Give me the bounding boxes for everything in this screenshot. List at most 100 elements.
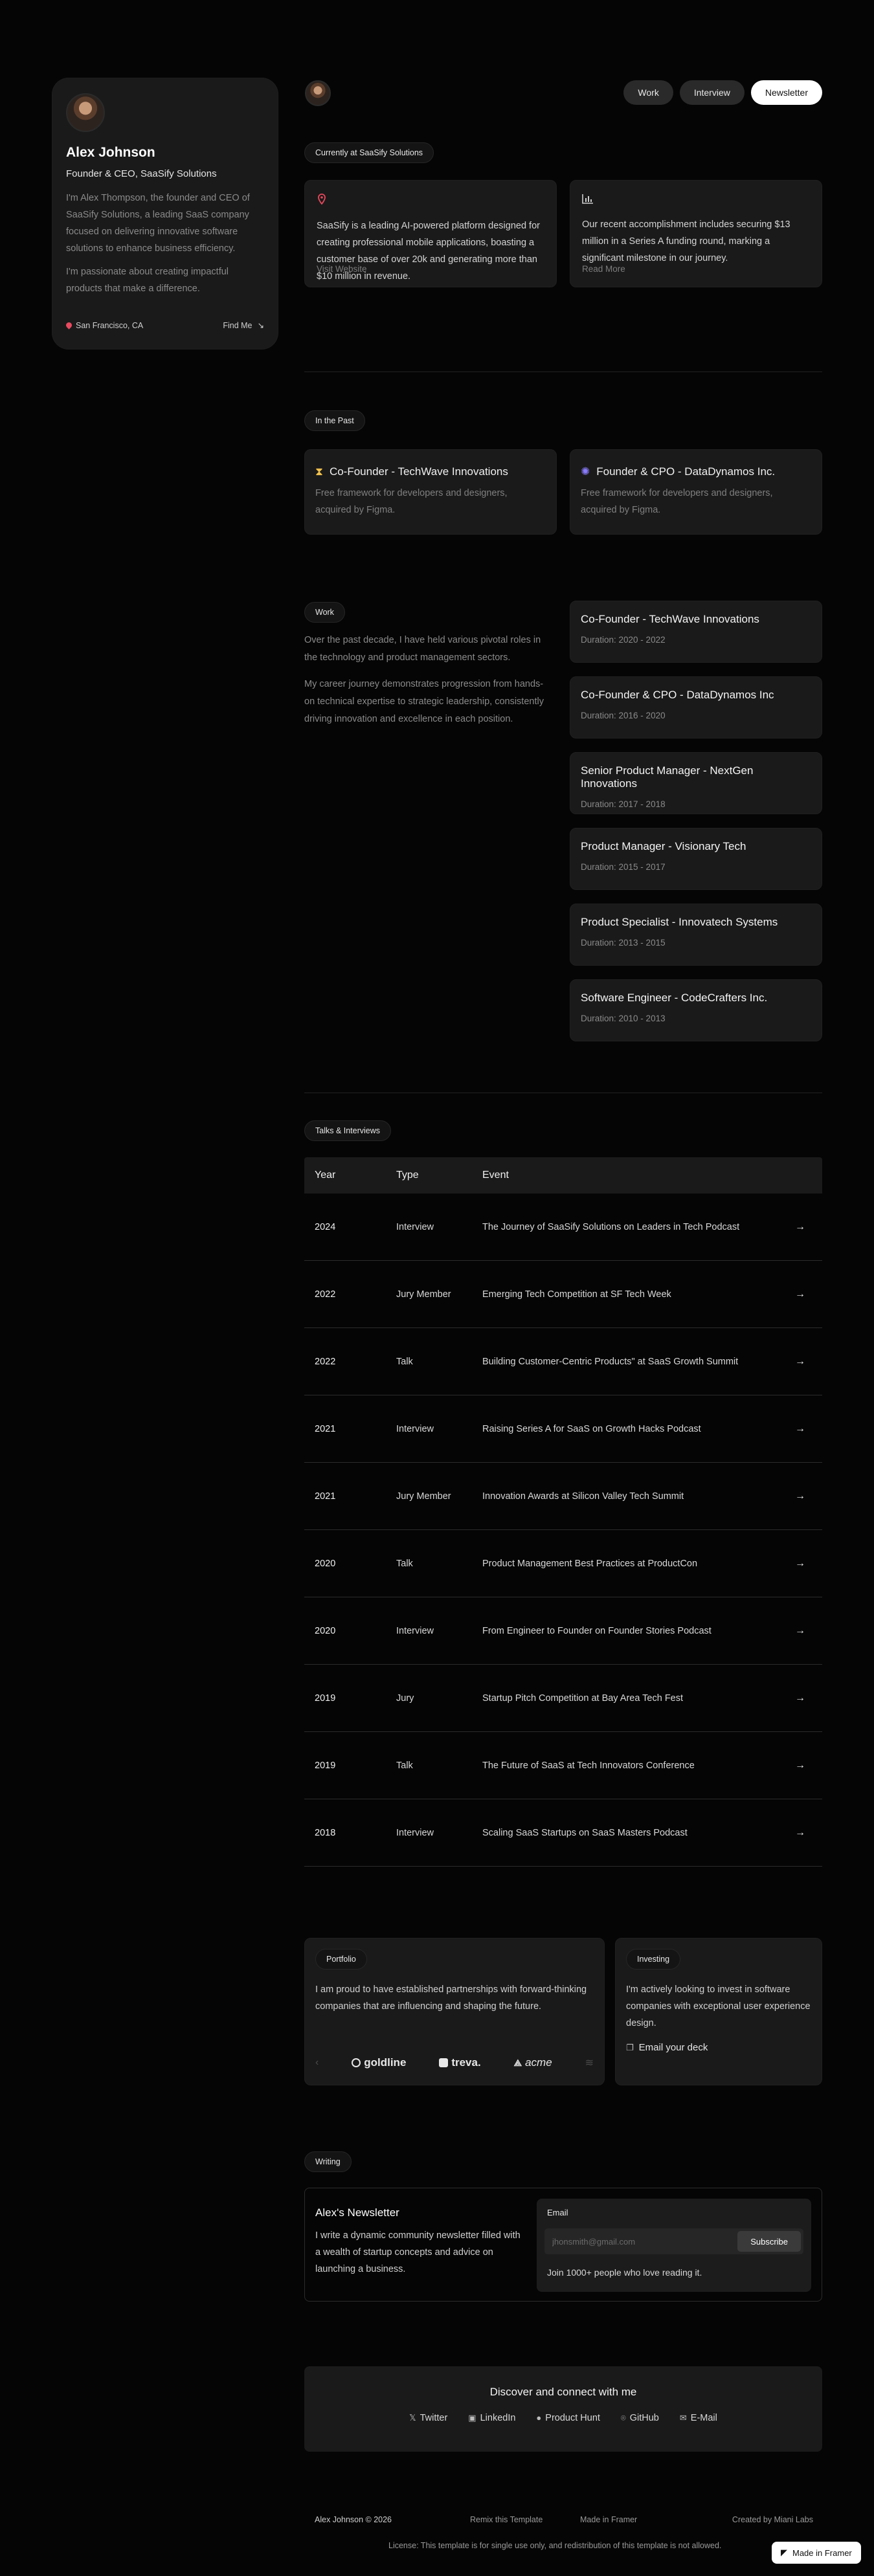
job-duration: Duration: 2016 - 2020 <box>581 711 666 720</box>
job-duration: Duration: 2010 - 2013 <box>581 1014 666 1023</box>
remix-link[interactable]: Remix this Template <box>470 2515 543 2524</box>
link-label: GitHub <box>629 2413 659 2423</box>
job-title: Co-Founder & CPO - DataDynamos Inc <box>581 689 774 701</box>
arrow-right-icon[interactable]: → <box>795 1221 805 1233</box>
framer-icon: ◤ <box>781 2548 787 2557</box>
arrow-right-icon[interactable]: → <box>795 1693 805 1704</box>
table-row[interactable]: 2019 Talk The Future of SaaS at Tech Inn… <box>304 1732 822 1799</box>
table-row[interactable]: 2020 Talk Product Management Best Practi… <box>304 1530 822 1597</box>
chevron-left-icon[interactable]: ‹ <box>315 2057 319 2069</box>
table-row[interactable]: 2019 Jury Startup Pitch Competition at B… <box>304 1665 822 1732</box>
arrow-right-icon[interactable]: → <box>795 1491 805 1502</box>
more-icon[interactable]: ≋ <box>585 2056 594 2069</box>
job-title: Product Specialist - Innovatech Systems <box>581 916 778 928</box>
row-event: Building Customer-Centric Products" at S… <box>482 1356 739 1367</box>
table-row[interactable]: 2021 Interview Raising Series A for SaaS… <box>304 1395 822 1463</box>
past-card-1[interactable]: ⧗ Co-Founder - TechWave Innovations Free… <box>304 449 557 535</box>
email-link[interactable]: ✉ E-Mail <box>680 2413 717 2423</box>
created-by-link[interactable]: Created by Miani Labs <box>732 2515 813 2524</box>
job-card: Product Specialist - Innovatech Systems … <box>570 904 822 966</box>
row-event: Innovation Awards at Silicon Valley Tech… <box>482 1491 684 1502</box>
newsletter-title: Alex's Newsletter <box>315 2206 399 2219</box>
arrow-right-icon[interactable]: → <box>795 1423 805 1435</box>
twitter-link[interactable]: 𝕏 Twitter <box>409 2413 447 2423</box>
past-card-2-title: Founder & CPO - DataDynamos Inc. <box>596 465 776 478</box>
read-more-link[interactable]: Read More <box>582 264 625 274</box>
header-year: Year <box>315 1170 336 1181</box>
portfolio-tag: Portfolio <box>315 1949 367 1970</box>
writing-tag: Writing <box>304 2151 352 2172</box>
avatar-small[interactable] <box>305 80 331 106</box>
find-me-link[interactable]: Find Me ↘ <box>223 320 264 331</box>
email-input-row: Subscribe <box>544 2228 803 2254</box>
table-row[interactable]: 2018 Interview Scaling SaaS Startups on … <box>304 1799 822 1867</box>
link-label: Twitter <box>420 2413 448 2423</box>
made-in-framer-badge[interactable]: ◤ Made in Framer <box>772 2542 861 2564</box>
current-tag: Currently at SaaSify Solutions <box>304 142 434 163</box>
past-tag: In the Past <box>304 410 365 431</box>
made-in-framer-link[interactable]: Made in Framer <box>580 2515 637 2524</box>
row-type: Interview <box>396 1221 434 1232</box>
logo-acme: ⟁ acme <box>513 2056 552 2069</box>
nav-work-button[interactable]: Work <box>623 80 673 105</box>
nav-newsletter-button[interactable]: Newsletter <box>750 80 822 105</box>
row-event: Raising Series A for SaaS on Growth Hack… <box>482 1423 701 1434</box>
logo-label: treva. <box>451 2056 481 2069</box>
copy-icon: ❐ <box>626 2042 634 2052</box>
location-text: San Francisco, CA <box>76 320 144 330</box>
github-icon: ⌾ <box>620 2413 626 2423</box>
job-title: Software Engineer - CodeCrafters Inc. <box>581 992 768 1004</box>
visit-website-link[interactable]: Visit Website <box>317 264 367 274</box>
job-duration: Duration: 2013 - 2015 <box>581 938 666 948</box>
table-row[interactable]: 2022 Talk Building Customer-Centric Prod… <box>304 1328 822 1395</box>
past-card-2[interactable]: ✺ Founder & CPO - DataDynamos Inc. Free … <box>570 449 822 535</box>
row-type: Talk <box>396 1760 413 1771</box>
nav-interview-button[interactable]: Interview <box>679 80 745 105</box>
mail-icon: ✉ <box>679 2413 687 2423</box>
logo-treva: treva. <box>439 2056 481 2069</box>
spinner-icon: ✺ <box>581 465 590 478</box>
row-year: 2022 <box>315 1356 336 1367</box>
arrow-right-icon[interactable]: → <box>795 1289 805 1300</box>
row-event: Product Management Best Practices at Pro… <box>482 1558 698 1569</box>
job-title: Co-Founder - TechWave Innovations <box>581 613 759 625</box>
copyright: Alex Johnson © 2026 <box>315 2515 392 2524</box>
email-field[interactable] <box>544 2228 738 2254</box>
arrow-right-icon[interactable]: → <box>795 1760 805 1771</box>
investing-text: I'm actively looking to invest in softwa… <box>626 1984 811 2028</box>
hourglass-icon: ⧗ <box>315 465 323 478</box>
profile-bio-2: I'm passionate about creating impactful … <box>66 267 229 294</box>
top-nav: Work Interview Newsletter <box>623 80 822 105</box>
map-pin-icon <box>65 321 73 329</box>
github-link[interactable]: ⌾ GitHub <box>621 2413 659 2423</box>
bar-chart-icon <box>582 194 593 204</box>
profile-footer: San Francisco, CA Find Me ↘ <box>65 320 264 331</box>
row-type: Interview <box>396 1423 434 1434</box>
arrow-right-icon[interactable]: → <box>795 1356 805 1368</box>
job-title: Senior Product Manager - NextGen Innovat… <box>581 764 754 790</box>
header-type: Type <box>396 1170 419 1181</box>
email-deck-link[interactable]: ❐ Email your deck <box>626 2042 811 2053</box>
badge-label: Made in Framer <box>792 2548 852 2558</box>
linkedin-link[interactable]: ▣ LinkedIn <box>468 2413 515 2423</box>
table-row[interactable]: 2020 Interview From Engineer to Founder … <box>304 1597 822 1665</box>
logo-carousel: ‹ goldline treva. ⟁ acme ≋ <box>315 2056 594 2069</box>
arrow-right-icon[interactable]: → <box>795 1827 805 1839</box>
find-me-label: Find Me <box>223 320 252 330</box>
table-header: Year Type Event <box>304 1157 822 1194</box>
newsletter-description: I write a dynamic community newsletter f… <box>315 2230 521 2274</box>
arrow-right-icon[interactable]: → <box>795 1625 805 1637</box>
portfolio-text: I am proud to have established partnersh… <box>315 1984 587 2012</box>
logo-label: acme <box>525 2056 552 2069</box>
table-row[interactable]: 2022 Jury Member Emerging Tech Competiti… <box>304 1261 822 1328</box>
row-year: 2019 <box>315 1693 336 1704</box>
table-row[interactable]: 2021 Jury Member Innovation Awards at Si… <box>304 1463 822 1530</box>
product-hunt-link[interactable]: ● Product Hunt <box>536 2413 600 2423</box>
arrow-right-icon[interactable]: → <box>795 1558 805 1570</box>
header-event: Event <box>482 1170 509 1181</box>
link-label: LinkedIn <box>480 2413 516 2423</box>
subscribe-button[interactable]: Subscribe <box>737 2231 801 2252</box>
row-event: The Journey of SaaSify Solutions on Lead… <box>482 1221 740 1232</box>
table-row[interactable]: 2024 Interview The Journey of SaaSify So… <box>304 1194 822 1261</box>
x-icon: 𝕏 <box>409 2413 416 2423</box>
